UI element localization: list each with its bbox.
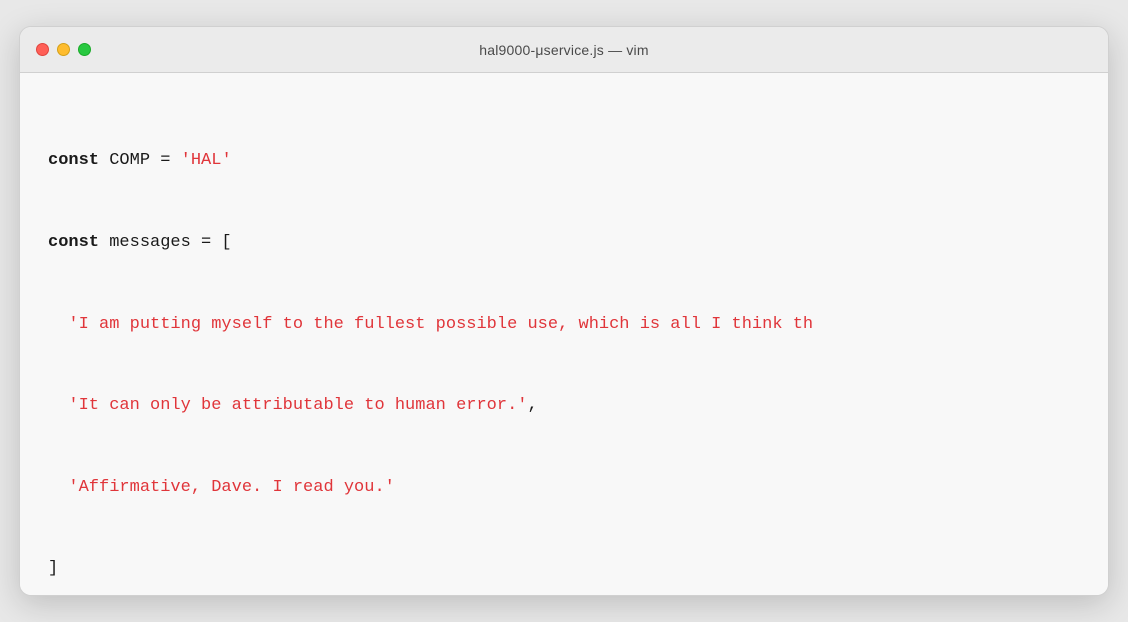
code-block: const COMP = 'HAL' const messages = [ 'I… [48,93,1080,595]
code-line-1: const COMP = 'HAL' [48,147,1080,174]
code-line-4: 'It can only be attributable to human er… [48,392,1080,419]
window-title: hal9000-μservice.js — vim [479,42,648,58]
editor-content: const COMP = 'HAL' const messages = [ 'I… [20,73,1108,595]
close-button[interactable] [36,43,49,56]
traffic-lights [36,43,91,56]
editor-window: hal9000-μservice.js — vim const COMP = '… [19,26,1109,596]
maximize-button[interactable] [78,43,91,56]
code-line-6: ] [48,555,1080,582]
code-line-2: const messages = [ [48,229,1080,256]
code-line-3: 'I am putting myself to the fullest poss… [48,311,1080,338]
minimize-button[interactable] [57,43,70,56]
code-line-5: 'Affirmative, Dave. I read you.' [48,474,1080,501]
titlebar: hal9000-μservice.js — vim [20,27,1108,73]
